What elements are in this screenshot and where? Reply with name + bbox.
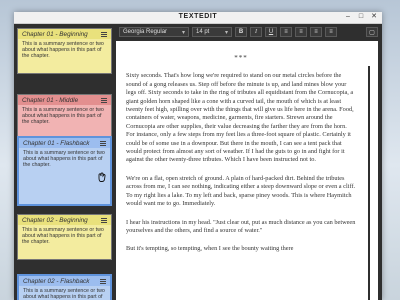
chapter-card-selected[interactable]: Chapter 01 - Flashback This is a summary… [17, 136, 112, 206]
chevron-down-icon: ▾ [181, 29, 185, 36]
format-toolbar: Georgia Regular ▾ 14 pt ▾ B I U ≡ ≡ ≡ ≡ … [115, 24, 382, 40]
maximize-icon[interactable]: □ [356, 13, 366, 21]
card-header: Chapter 02 - Flashback [19, 276, 110, 286]
paragraph: I hear his instructions in my head. "Jus… [126, 218, 356, 234]
font-family-select[interactable]: Georgia Regular ▾ [119, 27, 189, 37]
font-size-select[interactable]: 14 pt ▾ [192, 27, 232, 37]
card-title: Chapter 02 - Flashback [23, 277, 90, 285]
italic-button[interactable]: I [250, 27, 262, 37]
card-header: Chapter 01 - Flashback [19, 138, 110, 148]
card-title: Chapter 01 - Middle [22, 96, 79, 104]
card-header: Chapter 02 - Beginning [18, 215, 111, 225]
close-icon[interactable]: ✕ [369, 13, 379, 21]
chapter-card[interactable]: Chapter 01 - Middle This is a summary se… [17, 94, 112, 140]
bold-button[interactable]: B [235, 27, 247, 37]
card-header: Chapter 01 - Beginning [18, 29, 111, 39]
text-editor[interactable]: *** Sixty seconds. That's how long we're… [116, 41, 378, 300]
card-menu-icon[interactable] [100, 140, 106, 146]
card-summary: This is a summary sentence or two about … [22, 107, 104, 126]
minimize-icon[interactable]: – [343, 13, 353, 21]
card-menu-icon[interactable] [101, 31, 107, 37]
card-summary: This is a summary sentence or two about … [23, 288, 105, 300]
chapter-card[interactable]: Chapter 02 - Flashback This is a summary… [17, 274, 112, 300]
font-family-value: Georgia Regular [123, 29, 168, 35]
paragraph: Sixty seconds. That's how long we're req… [126, 72, 354, 164]
font-size-value: 14 pt [196, 29, 210, 35]
app-window: TEXTEDIT – □ ✕ Chapter 01 - Beginning Th… [14, 12, 382, 300]
title-bar[interactable]: TEXTEDIT – □ ✕ [14, 12, 382, 24]
card-summary: This is a summary sentence or two about … [22, 227, 104, 246]
underline-button[interactable]: U [265, 27, 277, 37]
card-title: Chapter 01 - Flashback [23, 139, 90, 147]
paragraph: We're on a flat, open stretch of ground.… [126, 174, 356, 208]
card-title: Chapter 02 - Beginning [22, 216, 88, 224]
chevron-down-icon: ▾ [224, 29, 228, 36]
card-summary: This is a summary sentence or two about … [23, 150, 105, 169]
card-menu-icon[interactable] [101, 217, 107, 223]
document-page[interactable]: *** Sixty seconds. That's how long we're… [126, 41, 356, 300]
chapter-card-sidebar: Chapter 01 - Beginning This is a summary… [14, 24, 115, 300]
drag-hand-cursor-icon [98, 172, 106, 182]
scrollbar[interactable] [368, 66, 370, 300]
fullscreen-icon[interactable]: ▢ [366, 27, 378, 37]
card-header: Chapter 01 - Middle [18, 95, 111, 105]
card-summary: This is a summary sentence or two about … [22, 41, 104, 60]
chapter-card[interactable]: Chapter 01 - Beginning This is a summary… [17, 28, 112, 74]
chapter-card[interactable]: Chapter 02 - Beginning This is a summary… [17, 214, 112, 260]
paragraph: But it's tempting, so tempting, when I s… [126, 245, 294, 253]
card-menu-icon[interactable] [100, 278, 106, 284]
window-title: TEXTEDIT [178, 13, 218, 20]
card-title: Chapter 01 - Beginning [22, 30, 88, 38]
card-menu-icon[interactable] [101, 97, 107, 103]
window-controls: – □ ✕ [343, 13, 379, 21]
align-left-icon[interactable]: ≡ [280, 27, 292, 37]
align-right-icon[interactable]: ≡ [310, 27, 322, 37]
scene-separator: *** [234, 54, 248, 62]
align-center-icon[interactable]: ≡ [295, 27, 307, 37]
justify-icon[interactable]: ≡ [325, 27, 337, 37]
